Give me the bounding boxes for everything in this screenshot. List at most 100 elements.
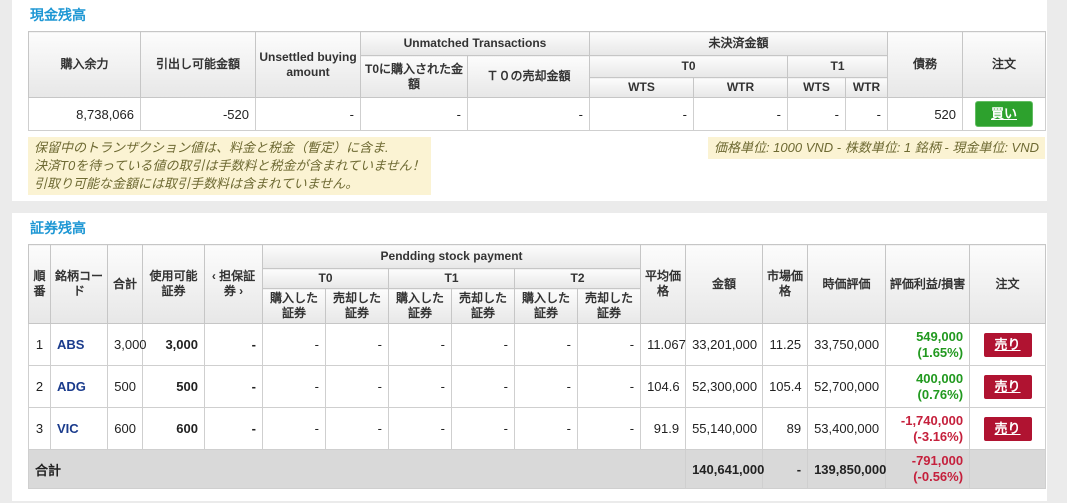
header-buying-power: 購入余力 xyxy=(28,31,141,98)
total-qty: 3,000 xyxy=(107,323,147,366)
t2-bought: - xyxy=(514,323,578,366)
header-debt: 債務 xyxy=(887,31,964,98)
header-t0-wtr: WTR xyxy=(693,77,788,98)
debt-value: 520 xyxy=(887,97,964,131)
collateral-qty: - xyxy=(204,407,263,450)
total-market-value: 139,850,000 xyxy=(807,449,886,489)
market-value: 53,400,000 xyxy=(807,407,887,450)
total-profit-loss-percent: (-0.56%) xyxy=(913,469,964,484)
cash-balance-row: 8,738,066 -520 - - - - - - - 520 買い xyxy=(28,97,1047,131)
row-no: 2 xyxy=(28,365,51,408)
header-t0-sold: 売却した証券 xyxy=(325,288,389,324)
available-qty: 600 xyxy=(142,407,205,450)
header-t1-wts: WTS xyxy=(787,77,846,98)
avg-price: 91.9 xyxy=(640,407,687,450)
header-pending-amount: 未決済金額 xyxy=(588,31,889,56)
market-value: 52,700,000 xyxy=(807,365,887,408)
market-price: 89 xyxy=(762,407,809,450)
t2-bought: - xyxy=(514,407,578,450)
header-order: 注文 xyxy=(969,244,1047,324)
unsettled-buying-value: - xyxy=(255,97,361,131)
t1-bought: - xyxy=(388,323,452,366)
header-market-price: 市場価格 xyxy=(762,244,809,324)
market-price: 105.4 xyxy=(762,365,809,408)
total-label: 合計 xyxy=(27,449,687,489)
header-t1-bought: 購入した証券 xyxy=(388,288,452,324)
header-order: 注文 xyxy=(962,31,1047,98)
t0-wts-value: - xyxy=(589,97,694,131)
t1-sold: - xyxy=(451,365,515,408)
header-t0-wts: WTS xyxy=(589,77,694,98)
header-profit-loss: 評価利益/損害 xyxy=(885,244,971,324)
profit-loss: 400,000 (0.76%) xyxy=(885,365,971,408)
header-t1-group: T1 xyxy=(786,55,889,78)
header-t0-bought: T0に購入された金額 xyxy=(360,55,468,98)
profit-loss-percent: (1.65%) xyxy=(917,344,964,360)
cash-disclaimer-note: 保留中のトランザクション値は、料金と税金（暫定）に含ま. 決済T0を待っている値… xyxy=(28,137,431,195)
t1-wtr-value: - xyxy=(844,97,889,131)
t2-sold: - xyxy=(576,323,642,366)
cash-balance-section: 現金残高 購入余力 引出し可能金額 Unsettled buying amoun… xyxy=(12,0,1047,201)
sell-button[interactable]: 売り xyxy=(983,416,1032,441)
securities-table: 順番 銘柄コード 合計 使用可能証券 ‹ 担保証券 › Pendding sto… xyxy=(27,244,1047,489)
avg-price: 104.6 xyxy=(640,365,687,408)
header-unsettled-buying: Unsettled buying amount xyxy=(255,31,361,98)
stock-row: 1 ABS 3,000 3,000 - - - - - - - 11.067 3… xyxy=(28,323,1047,366)
stock-code-link[interactable]: ADG xyxy=(57,379,86,394)
t0-bought: - xyxy=(262,407,326,450)
stock-row: 2 ADG 500 500 - - - - - - - 104.6 52,300… xyxy=(28,365,1047,408)
amount: 33,201,000 xyxy=(685,323,764,366)
collateral-qty: - xyxy=(204,365,263,408)
total-profit-loss-value: -791,000 xyxy=(911,453,964,468)
buy-button[interactable]: 買い xyxy=(975,101,1034,127)
cash-balance-table: 購入余力 引出し可能金額 Unsettled buying amount Unm… xyxy=(28,31,1047,131)
sell-button[interactable]: 売り xyxy=(983,332,1032,357)
cash-notes-area: 保留中のトランザクション値は、料金と税金（暫定）に含ま. 決済T0を待っている値… xyxy=(28,137,1045,195)
profit-loss: 549,000 (1.65%) xyxy=(885,323,971,366)
header-collateral: ‹ 担保証券 › xyxy=(204,244,263,324)
t0-sold: - xyxy=(325,407,389,450)
profit-loss-percent: (-3.16%) xyxy=(913,428,964,444)
total-qty: 500 xyxy=(107,365,143,408)
available-qty: 500 xyxy=(142,365,205,408)
header-stock-code: 銘柄コード xyxy=(50,244,108,324)
profit-loss-value: 549,000 xyxy=(916,328,964,344)
note-line-1: 保留中のトランザクション値は、料金と税金（暫定）に含ま. xyxy=(34,140,389,155)
t1-sold: - xyxy=(451,407,515,450)
header-t0-group: T0 xyxy=(262,268,389,289)
profit-loss-value: 400,000 xyxy=(916,370,964,386)
header-avg-price: 平均価格 xyxy=(640,244,687,324)
header-t2-bought: 購入した証券 xyxy=(514,288,578,324)
t0-bought-value: - xyxy=(360,97,468,131)
header-amount: 金額 xyxy=(685,244,764,324)
note-line-2: 決済T0を待っている値の取引は手数料と税金が含まれていません！ xyxy=(34,158,425,173)
total-profit-loss: -791,000 (-0.56%) xyxy=(885,449,971,489)
profit-loss: -1,740,000 (-3.16%) xyxy=(885,407,971,450)
stock-code-link[interactable]: VIC xyxy=(57,421,79,436)
t0-wtr-value: - xyxy=(693,97,788,131)
t0-bought: - xyxy=(262,323,326,366)
t2-sold: - xyxy=(576,365,642,408)
header-pending-stock-payment: Pendding stock payment xyxy=(261,244,642,269)
market-value: 33,750,000 xyxy=(807,323,887,366)
profit-loss-percent: (0.76%) xyxy=(917,386,964,402)
t2-sold: - xyxy=(576,407,642,450)
header-t1-sold: 売却した証券 xyxy=(451,288,515,324)
available-qty: 3,000 xyxy=(142,323,205,366)
header-t2-group: T2 xyxy=(513,268,642,289)
t2-bought: - xyxy=(514,365,578,408)
t0-sold: - xyxy=(325,323,389,366)
profit-loss-value: -1,740,000 xyxy=(900,412,964,428)
amount: 55,140,000 xyxy=(685,407,764,450)
t1-wts-value: - xyxy=(787,97,846,131)
sell-button[interactable]: 売り xyxy=(983,374,1032,399)
header-total: 合計 xyxy=(107,244,143,324)
stock-code-link[interactable]: ABS xyxy=(57,337,84,352)
header-market-value: 時価評価 xyxy=(807,244,887,324)
header-unmatched-transactions: Unmatched Transactions xyxy=(360,31,590,56)
row-no: 1 xyxy=(28,323,51,366)
header-t1-group: T1 xyxy=(388,268,515,289)
total-amount: 140,641,000 xyxy=(685,449,764,489)
withdrawable-value: -520 xyxy=(140,97,256,131)
header-available: 使用可能証券 xyxy=(142,244,205,324)
